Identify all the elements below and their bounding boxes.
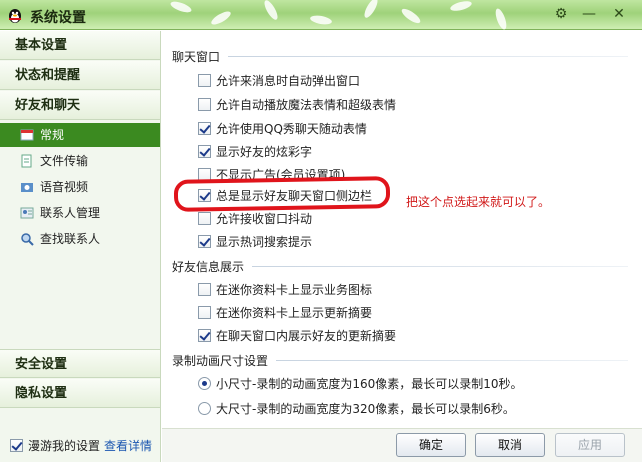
search-contact-icon bbox=[21, 233, 34, 246]
close-button[interactable]: ✕ bbox=[609, 4, 629, 24]
sidebar-item-label: 文件传输 bbox=[40, 154, 89, 168]
radio-button[interactable] bbox=[198, 402, 211, 415]
sidebar-category-friends[interactable]: 好友和聊天 bbox=[0, 91, 160, 120]
sidebar-item-general[interactable]: 常规 bbox=[0, 123, 160, 147]
option-label: 允许使用QQ秀聊天随动表情 bbox=[216, 122, 367, 136]
checkbox[interactable] bbox=[198, 122, 211, 135]
option-label: 允许来消息时自动弹出窗口 bbox=[216, 74, 361, 88]
roaming-label: 漫游我的设置 bbox=[28, 439, 101, 453]
sidebar-item-file-transfer[interactable]: 文件传输 bbox=[0, 149, 160, 173]
option-label: 在聊天窗口内展示好友的更新摘要 bbox=[216, 329, 397, 343]
cancel-button[interactable]: 取消 bbox=[475, 433, 545, 457]
roaming-checkbox[interactable] bbox=[10, 439, 23, 452]
section-divider bbox=[276, 360, 628, 361]
apply-button[interactable]: 应用 bbox=[555, 433, 625, 457]
checkbox[interactable] bbox=[198, 212, 211, 225]
ok-button[interactable]: 确定 bbox=[396, 433, 466, 457]
minimize-button[interactable]: — bbox=[579, 4, 599, 24]
option-label: 在迷你资料卡上显示业务图标 bbox=[216, 283, 373, 297]
section-divider bbox=[228, 56, 628, 57]
annotation-note: 把这个点选起来就可以了。 bbox=[406, 195, 551, 209]
red-highlight-circle bbox=[173, 176, 391, 212]
checkbox[interactable] bbox=[198, 329, 211, 342]
sidebar-item-label: 联系人管理 bbox=[40, 206, 101, 220]
window-title: 系统设置 bbox=[30, 10, 86, 26]
title-decoration bbox=[150, 0, 530, 30]
section-title-recording: 录制动画尺寸设置 bbox=[172, 354, 269, 368]
settings-icon[interactable]: ⚙ bbox=[551, 4, 571, 24]
option-label: 在迷你资料卡上显示更新摘要 bbox=[216, 306, 373, 320]
sidebar-item-video[interactable]: 语音视频 bbox=[0, 175, 160, 199]
option-label: 显示热词搜索提示 bbox=[216, 235, 313, 249]
section-title-chat-window: 聊天窗口 bbox=[172, 50, 221, 64]
contacts-icon bbox=[20, 207, 34, 219]
sidebar-category-security[interactable]: 安全设置 bbox=[0, 349, 160, 378]
section-title-friend-info: 好友信息展示 bbox=[172, 260, 245, 274]
option-label: 允许自动播放魔法表情和超级表情 bbox=[216, 98, 397, 112]
sidebar-category-privacy[interactable]: 隐私设置 bbox=[0, 379, 160, 408]
checkbox[interactable] bbox=[198, 235, 211, 248]
checkbox[interactable] bbox=[198, 74, 211, 87]
sidebar: 基本设置 状态和提醒 好友和聊天 常规 文件传输 语音视频 联系人管理 查找联系… bbox=[0, 31, 161, 462]
option-label: 显示好友的炫彩字 bbox=[216, 145, 313, 159]
option-label: 允许接收窗口抖动 bbox=[216, 212, 313, 226]
option-label: 大尺寸-录制的动画宽度为320像素，最长可以录制6秒。 bbox=[216, 402, 515, 416]
checkbox[interactable] bbox=[198, 145, 211, 158]
sidebar-category-basic[interactable]: 基本设置 bbox=[0, 31, 160, 60]
sidebar-category-status[interactable]: 状态和提醒 bbox=[0, 61, 160, 90]
view-details-link[interactable]: 查看详情 bbox=[104, 436, 152, 456]
section-divider bbox=[252, 266, 628, 267]
sidebar-item-find-contacts[interactable]: 查找联系人 bbox=[0, 227, 160, 251]
qq-penguin-icon bbox=[9, 9, 21, 23]
checkbox[interactable] bbox=[198, 98, 211, 111]
option-label: 小尺寸-录制的动画宽度为160像素，最长可以录制10秒。 bbox=[216, 377, 523, 391]
checkbox[interactable] bbox=[198, 283, 211, 296]
chat-window-icon bbox=[20, 129, 34, 141]
sidebar-item-label: 常规 bbox=[40, 128, 65, 142]
sidebar-item-label: 查找联系人 bbox=[40, 232, 101, 246]
title-bar: 系统设置 ⚙ — ✕ bbox=[0, 0, 642, 30]
video-call-icon bbox=[21, 183, 33, 192]
sidebar-item-contacts[interactable]: 联系人管理 bbox=[0, 201, 160, 225]
file-transfer-icon bbox=[21, 154, 32, 168]
checkbox[interactable] bbox=[198, 306, 211, 319]
radio-button[interactable] bbox=[198, 377, 211, 390]
sidebar-item-label: 语音视频 bbox=[40, 180, 89, 194]
